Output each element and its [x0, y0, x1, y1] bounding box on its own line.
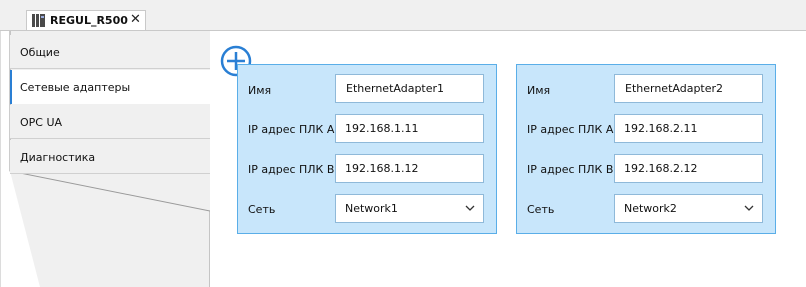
nav-item-diagnostics[interactable]: Диагностика [10, 140, 210, 174]
network-label: Сеть [248, 203, 276, 216]
network-select[interactable]: Network2 [614, 194, 763, 223]
ip-a-field[interactable]: 192.168.1.11 [335, 114, 484, 143]
ip-b-field[interactable]: 192.168.1.12 [335, 154, 484, 183]
network-label: Сеть [527, 203, 555, 216]
nav-item-label: Диагностика [20, 151, 96, 164]
chevron-down-icon [465, 205, 475, 211]
nav-item-label: Общие [20, 46, 60, 59]
tab-title: REGUL_R500 [50, 14, 128, 27]
ip-a-label: IP адрес ПЛК A [248, 123, 335, 136]
ip-b-label: IP адрес ПЛК B [248, 163, 335, 176]
close-icon[interactable]: ✕ [130, 13, 141, 27]
editor-content: Общие Сетевые адаптеры OPC UA Диагностик… [0, 31, 806, 287]
ip-b-field[interactable]: 192.168.2.12 [614, 154, 763, 183]
adapter-card-2: Имя EthernetAdapter2 IP адрес ПЛК A 192.… [516, 64, 776, 234]
nav-item-network-adapters[interactable]: Сетевые адаптеры [10, 70, 210, 104]
nav-item-general[interactable]: Общие [10, 35, 210, 69]
network-select-value: Network2 [624, 202, 677, 215]
nav-item-label: Сетевые адаптеры [20, 81, 131, 94]
network-select-value: Network1 [345, 202, 398, 215]
nav-item-opc-ua[interactable]: OPC UA [10, 105, 210, 139]
editor-tab-regul[interactable]: REGUL_R500 ✕ [26, 10, 146, 30]
ip-a-label: IP адрес ПЛК A [527, 123, 614, 136]
name-label: Имя [248, 84, 272, 97]
chevron-down-icon [744, 205, 754, 211]
name-label: Имя [527, 84, 551, 97]
name-field[interactable]: EthernetAdapter1 [335, 74, 484, 103]
ip-a-field[interactable]: 192.168.2.11 [614, 114, 763, 143]
editor-tab-strip: REGUL_R500 ✕ [0, 0, 806, 31]
adapter-card-1: Имя EthernetAdapter1 IP адрес ПЛК A 192.… [237, 64, 497, 234]
module-icon [32, 14, 45, 27]
ip-b-label: IP адрес ПЛК B [527, 163, 614, 176]
nav-item-label: OPC UA [20, 116, 63, 129]
settings-nav: Общие Сетевые адаптеры OPC UA Диагностик… [0, 31, 210, 287]
name-field[interactable]: EthernetAdapter2 [614, 74, 763, 103]
network-select[interactable]: Network1 [335, 194, 484, 223]
